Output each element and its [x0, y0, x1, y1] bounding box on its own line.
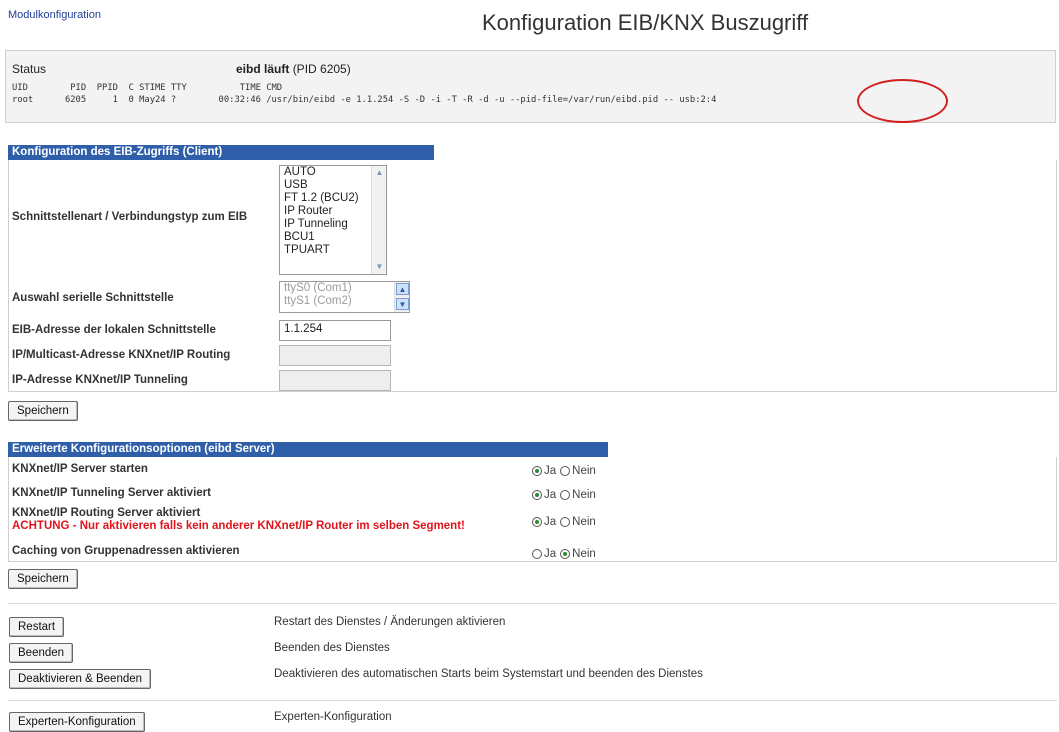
- tunneling-server-radio-group: Ja Nein: [532, 489, 600, 501]
- routing-server-no-label: Nein: [572, 516, 596, 528]
- expert-config-description: Experten-Konfiguration: [274, 711, 392, 723]
- server-start-no-radio[interactable]: [560, 466, 571, 476]
- server-section-header: Erweiterte Konfigurationsoptionen (eibd …: [8, 442, 608, 457]
- client-section-header: Konfiguration des EIB-Zugriffs (Client): [8, 145, 434, 160]
- server-start-label: KNXnet/IP Server starten: [12, 463, 148, 475]
- group-address-caching-yes-radio[interactable]: [532, 549, 542, 559]
- usb-highlight-annotation: [857, 79, 948, 123]
- routing-server-no-radio[interactable]: [560, 517, 571, 527]
- tunneling-server-no-label: Nein: [572, 489, 596, 501]
- eib-address-label: EIB-Adresse der lokalen Schnittstelle: [12, 324, 216, 336]
- serial-port-label: Auswahl serielle Schnittstelle: [12, 292, 174, 304]
- scroll-down-icon[interactable]: ▼: [396, 298, 409, 310]
- tunneling-server-label: KNXnet/IP Tunneling Server aktiviert: [12, 487, 211, 499]
- tunneling-server-yes-radio[interactable]: [532, 490, 542, 500]
- server-save-button[interactable]: Speichern: [8, 569, 78, 589]
- routing-server-label: KNXnet/IP Routing Server aktiviert: [12, 507, 201, 519]
- daemon-state: eibd läuft: [236, 62, 290, 76]
- serial-port-option[interactable]: ttyS0 (Com1): [280, 282, 409, 295]
- interface-type-listbox[interactable]: AUTO USB FT 1.2 (BCU2) IP Router IP Tunnelin…: [279, 165, 387, 275]
- process-table-row: root 6205 1 0 May24 ? 00:32:46 /usr/bin/…: [12, 95, 717, 105]
- process-table-header: UID PID PPID C STIME TTY TIME CMD: [12, 83, 283, 93]
- group-address-caching-no-radio[interactable]: [560, 549, 571, 559]
- server-start-no-label: Nein: [572, 465, 596, 477]
- scroll-down-icon[interactable]: ▼: [373, 261, 386, 273]
- client-save-button[interactable]: Speichern: [8, 401, 78, 421]
- server-start-radio-group: Ja Nein: [532, 465, 600, 477]
- divider: [8, 603, 1057, 604]
- tunneling-server-no-radio[interactable]: [560, 490, 571, 500]
- routing-server-yes-label: Ja: [544, 516, 557, 528]
- divider: [8, 700, 1057, 701]
- routing-server-yes-radio[interactable]: [532, 517, 542, 527]
- eib-address-input[interactable]: 1.1.254: [279, 320, 391, 341]
- stop-description: Beenden des Dienstes: [274, 642, 390, 654]
- group-address-caching-radio-group: Ja Nein: [532, 548, 600, 560]
- interface-listbox-scrollbar[interactable]: ▲ ▼: [371, 166, 386, 274]
- scroll-up-icon[interactable]: ▲: [373, 167, 386, 179]
- serial-listbox-scrollbar[interactable]: ▲ ▼: [394, 282, 409, 312]
- status-label: Status: [12, 62, 47, 76]
- routing-server-radio-group: Ja Nein: [532, 516, 600, 528]
- scroll-up-icon[interactable]: ▲: [396, 283, 409, 295]
- restart-button[interactable]: Restart: [9, 617, 65, 637]
- routing-warning-text: ACHTUNG - Nur aktivieren falls kein ande…: [12, 520, 465, 532]
- module-config-link[interactable]: Modulkonfiguration: [8, 9, 101, 21]
- group-address-caching-label: Caching von Gruppenadressen aktivieren: [12, 545, 240, 557]
- deactivate-stop-button[interactable]: Deaktivieren & Beenden: [9, 669, 152, 689]
- group-address-caching-yes-label: Ja: [544, 548, 557, 560]
- stop-button[interactable]: Beenden: [9, 643, 74, 663]
- serial-port-listbox[interactable]: ttyS0 (Com1) ttyS1 (Com2) ▲ ▼: [279, 281, 410, 313]
- deactivate-stop-description: Deaktivieren des automatischen Starts be…: [274, 668, 703, 680]
- page-title: Konfiguration EIB/KNX Buszugriff: [482, 10, 809, 35]
- expert-config-button[interactable]: Experten-Konfiguration: [9, 712, 145, 732]
- daemon-pid: (PID 6205): [292, 62, 351, 76]
- restart-description: Restart des Dienstes / Änderungen aktivi…: [274, 616, 506, 628]
- serial-port-option[interactable]: ttyS1 (Com2): [280, 295, 409, 308]
- interface-type-label: Schnittstellenart / Verbindungstyp zum E…: [12, 211, 248, 223]
- multicast-address-label: IP/Multicast-Adresse KNXnet/IP Routing: [12, 349, 231, 361]
- group-address-caching-no-label: Nein: [572, 548, 596, 560]
- daemon-status: eibd läuft (PID 6205): [236, 62, 351, 76]
- tunneling-server-yes-label: Ja: [544, 489, 557, 501]
- server-start-yes-radio[interactable]: [532, 466, 542, 476]
- tunneling-ip-label: IP-Adresse KNXnet/IP Tunneling: [12, 374, 188, 386]
- server-start-yes-label: Ja: [544, 465, 557, 477]
- tunneling-ip-input[interactable]: [279, 370, 391, 391]
- multicast-address-input[interactable]: [279, 345, 391, 366]
